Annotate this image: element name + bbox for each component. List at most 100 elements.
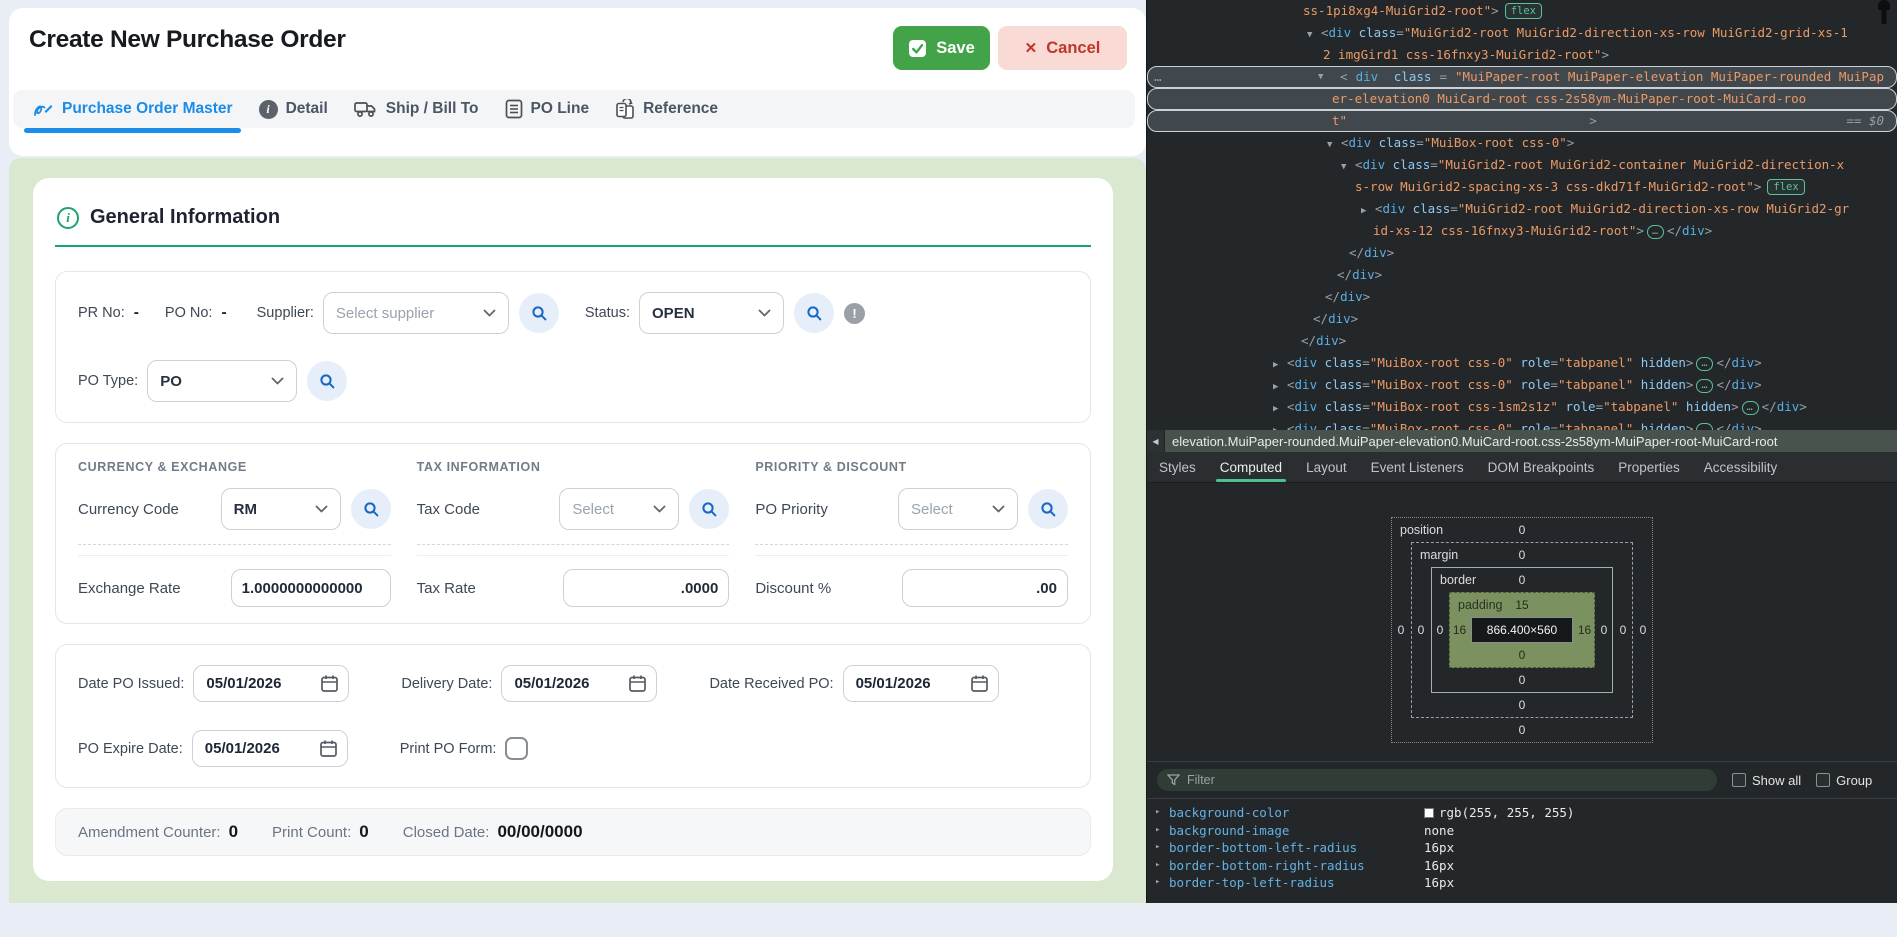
group-checkbox[interactable]: Group	[1816, 773, 1872, 788]
property-row[interactable]: border-bottom-right-radius 16px	[1147, 857, 1897, 875]
info-circle-icon	[57, 207, 79, 229]
print-po-form-label: Print PO Form:	[400, 741, 497, 757]
po-expire-date-input[interactable]: 05/01/2026	[192, 730, 348, 767]
print-po-form-checkbox[interactable]	[505, 737, 528, 760]
tax-code-select[interactable]: Select	[559, 488, 679, 530]
property-row[interactable]: border-bottom-left-radius 16px	[1147, 839, 1897, 857]
po-type-search-button[interactable]	[307, 361, 347, 401]
flex-badge[interactable]: flex	[1505, 3, 1542, 19]
tree-line[interactable]: </div>	[1147, 286, 1897, 308]
tab-reference[interactable]: Reference	[602, 90, 731, 128]
property-row[interactable]: border-top-left-radius 16px	[1147, 874, 1897, 892]
checkbox-icon	[1732, 773, 1746, 787]
tab-computed[interactable]: Computed	[1208, 452, 1294, 482]
flex-badge[interactable]: flex	[1767, 179, 1804, 195]
tab-styles[interactable]: Styles	[1147, 452, 1208, 482]
column-heading: TAX INFORMATION	[417, 460, 730, 474]
section-divider	[55, 245, 1091, 247]
breadcrumb-back-button[interactable]	[1147, 430, 1165, 452]
general-information-card: General Information PR No: - PO No: - Su…	[33, 178, 1113, 881]
discount-input[interactable]: .00	[902, 569, 1068, 607]
save-check-icon	[908, 39, 927, 58]
status-select[interactable]: OPEN	[639, 292, 784, 334]
tree-line[interactable]: <div class="MuiPaper-root MuiPaper-eleva…	[1147, 66, 1897, 88]
box-model-border[interactable]: border0 0 padding15 16 866.400×560 16	[1431, 567, 1613, 693]
currency-search-button[interactable]	[351, 489, 391, 529]
tree-line[interactable]: <div class="MuiGrid2-root MuiGrid2-direc…	[1147, 198, 1897, 220]
expand-button[interactable]	[1742, 401, 1759, 415]
tree-line[interactable]: </div>	[1147, 308, 1897, 330]
tree-line[interactable]: s-row MuiGrid2-spacing-xs-3 css-dkd71f-M…	[1147, 176, 1897, 198]
expand-button[interactable]	[1696, 379, 1713, 393]
tab-dom-breakpoints[interactable]: DOM Breakpoints	[1476, 452, 1607, 482]
cancel-button[interactable]: Cancel	[998, 26, 1127, 70]
tax-rate-input[interactable]: .0000	[563, 569, 729, 607]
closed-date-value: 00/00/0000	[497, 822, 582, 842]
devtools-tab-bar: Styles Computed Layout Event Listeners D…	[1147, 452, 1897, 483]
status-search-button[interactable]	[794, 293, 834, 333]
list-icon	[505, 99, 523, 119]
tab-event-listeners[interactable]: Event Listeners	[1359, 452, 1476, 482]
tab-detail[interactable]: Detail	[246, 90, 341, 128]
purchase-order-app: Create New Purchase Order Save Cancel Pu…	[0, 0, 1146, 903]
expand-button[interactable]	[1647, 225, 1664, 239]
supplier-select[interactable]: Select supplier	[323, 292, 509, 334]
po-priority-select[interactable]: Select	[898, 488, 1018, 530]
tree-line[interactable]: <div class="MuiBox-root css-1sm2s1z" rol…	[1147, 396, 1897, 418]
po-type-select[interactable]: PO	[147, 360, 297, 402]
date-po-issued-label: Date PO Issued:	[78, 676, 184, 692]
tree-line[interactable]: id-xs-12 css-16fnxy3-MuiGrid2-root"></di…	[1147, 220, 1897, 242]
show-all-checkbox[interactable]: Show all	[1732, 773, 1801, 788]
breadcrumb[interactable]: elevation.MuiPaper-rounded.MuiPaper-elev…	[1165, 434, 1777, 449]
date-po-issued-input[interactable]: 05/01/2026	[193, 665, 349, 702]
tax-code-search-button[interactable]	[689, 489, 729, 529]
currency-code-select[interactable]: RM	[221, 488, 341, 530]
po-priority-search-button[interactable]	[1028, 489, 1068, 529]
tree-line[interactable]: <div class="MuiBox-root css-0" role="tab…	[1147, 418, 1897, 430]
exchange-rate-input[interactable]: 1.0000000000000	[231, 569, 391, 607]
tree-line[interactable]: ss-1pi8xg4-MuiGrid2-root">flex	[1147, 0, 1897, 22]
tree-line[interactable]: </div>	[1147, 242, 1897, 264]
filter-input[interactable]: Filter	[1157, 769, 1717, 791]
tree-line[interactable]: <div class="MuiGrid2-root MuiGrid2-direc…	[1147, 22, 1897, 44]
box-model-padding[interactable]: padding15 16 866.400×560 16 0	[1449, 592, 1595, 668]
tree-line[interactable]: er-elevation0 MuiCard-root css-2s58ym-Mu…	[1147, 88, 1897, 110]
property-row[interactable]: background-color rgb(255, 255, 255)	[1147, 804, 1897, 822]
po-expire-date-label: PO Expire Date:	[78, 741, 183, 757]
delivery-date-input[interactable]: 05/01/2026	[501, 665, 657, 702]
currency-code-label: Currency Code	[78, 501, 221, 518]
tree-line[interactable]: </div>	[1147, 330, 1897, 352]
tab-properties[interactable]: Properties	[1606, 452, 1692, 482]
supplier-search-button[interactable]	[519, 293, 559, 333]
search-icon	[530, 304, 548, 322]
delivery-date-label: Delivery Date:	[401, 676, 492, 692]
tab-purchase-order-master[interactable]: Purchase Order Master	[19, 90, 246, 128]
tree-line[interactable]: <div class="MuiGrid2-root MuiGrid2-conta…	[1147, 154, 1897, 176]
tree-line[interactable]: <div class="MuiBox-root css-0">	[1147, 132, 1897, 154]
expand-button[interactable]	[1696, 357, 1713, 371]
tree-line[interactable]: <div class="MuiBox-root css-0" role="tab…	[1147, 374, 1897, 396]
tree-line[interactable]: <div class="MuiBox-root css-0" role="tab…	[1147, 352, 1897, 374]
tab-label: Ship / Bill To	[386, 100, 479, 118]
priority-column: PRIORITY & DISCOUNT PO Priority Select	[755, 460, 1068, 607]
tab-ship-bill-to[interactable]: Ship / Bill To	[341, 90, 492, 128]
box-model-content[interactable]: 866.400×560	[1471, 617, 1573, 643]
computed-filter-row: Filter Show all Group	[1147, 761, 1897, 799]
calendar-icon	[628, 674, 647, 693]
dates-box: Date PO Issued: 05/01/2026 Delivery Date…	[55, 644, 1091, 788]
tree-line[interactable]: 2 imgGird1 css-16fnxy3-MuiGrid2-root">	[1147, 44, 1897, 66]
more-actions-gutter[interactable]	[1154, 66, 1162, 88]
save-button[interactable]: Save	[893, 26, 990, 70]
property-row[interactable]: background-image none	[1147, 822, 1897, 840]
tab-accessibility[interactable]: Accessibility	[1692, 452, 1790, 482]
box-model-position[interactable]: position0 0 margin0 0 border0 0	[1391, 517, 1653, 743]
box-model-margin[interactable]: margin0 0 border0 0 padding15	[1411, 542, 1633, 718]
tab-layout[interactable]: Layout	[1294, 452, 1359, 482]
tab-po-line[interactable]: PO Line	[492, 90, 603, 128]
expand-button[interactable]	[1696, 423, 1713, 430]
box-model-diagram: position0 0 margin0 0 border0 0	[1391, 517, 1653, 743]
date-received-po-input[interactable]: 05/01/2026	[843, 665, 999, 702]
tree-line[interactable]: </div>	[1147, 264, 1897, 286]
tree-line[interactable]: t"> == $0	[1147, 110, 1897, 132]
show-all-label: Show all	[1752, 773, 1801, 788]
